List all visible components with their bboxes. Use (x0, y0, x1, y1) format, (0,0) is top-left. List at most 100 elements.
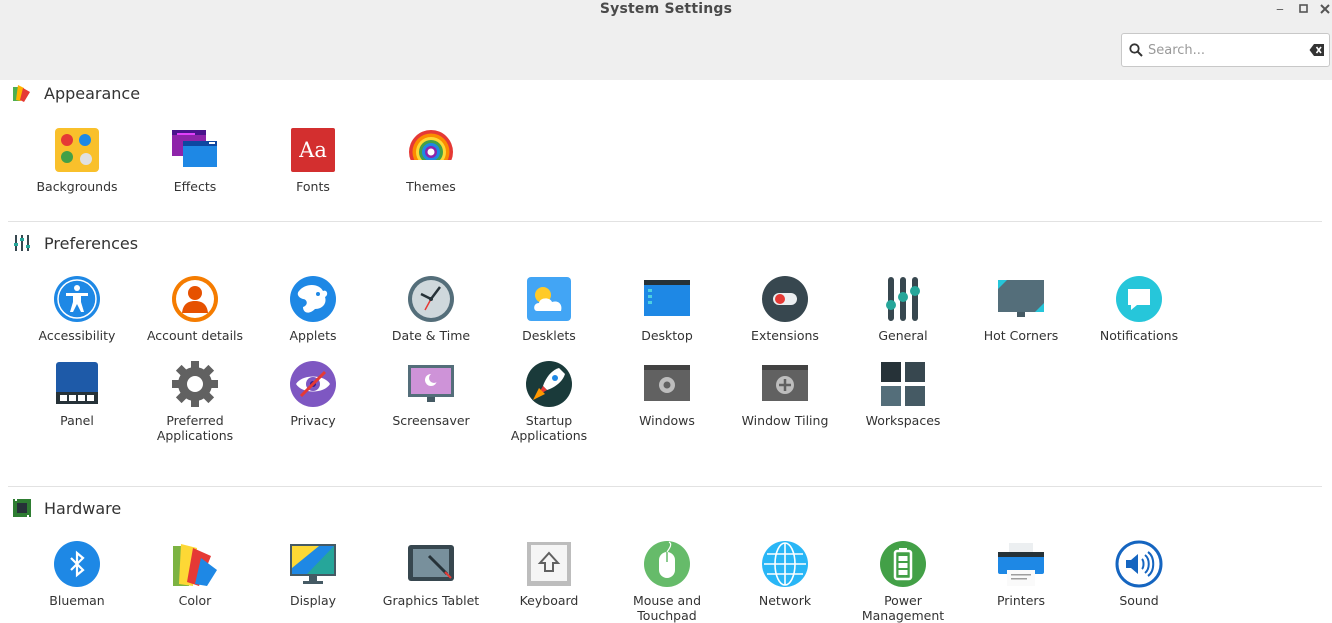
item-label: Workspaces (865, 413, 941, 428)
minimize-button[interactable]: ‒ (1272, 0, 1288, 18)
settings-item-extensions[interactable]: Extensions (726, 275, 844, 343)
item-label: Window Tiling (741, 413, 829, 428)
settings-item-accessibility[interactable]: Accessibility (18, 275, 136, 343)
hot-corners-icon (998, 280, 1044, 317)
item-label: General (878, 328, 928, 343)
item-label: Keyboard (519, 593, 579, 608)
settings-item-printers[interactable]: Printers (962, 540, 1080, 608)
settings-item-screensaver[interactable]: Screensaver (372, 360, 490, 428)
item-label: Desklets (522, 328, 576, 343)
applets-icon (290, 276, 336, 322)
item-label: Windows (639, 413, 695, 428)
desklets-icon (527, 277, 571, 321)
section-title-preferences: Preferences (44, 233, 139, 253)
settings-item-network[interactable]: Network (726, 540, 844, 608)
clear-search-icon[interactable] (1309, 43, 1325, 57)
item-label: Graphics Tablet (382, 593, 480, 608)
sliders-icon (886, 277, 920, 321)
settings-item-sound[interactable]: Sound (1080, 540, 1198, 608)
bluetooth-icon (54, 541, 100, 587)
settings-item-color[interactable]: Color (136, 540, 254, 608)
item-label: Accessibility (38, 328, 116, 343)
settings-item-account-details[interactable]: Account details (136, 275, 254, 343)
settings-item-general[interactable]: General (844, 275, 962, 343)
battery-icon (880, 541, 926, 587)
item-label: Panel (60, 413, 94, 428)
settings-item-graphics-tablet[interactable]: Graphics Tablet (372, 540, 490, 608)
search-icon (1129, 43, 1143, 57)
settings-item-hot-corners[interactable]: Hot Corners (962, 275, 1080, 343)
extensions-icon (762, 276, 808, 322)
item-label: Extensions (751, 328, 819, 343)
account-icon (172, 276, 218, 322)
effects-icon (172, 130, 217, 167)
gear-icon (172, 361, 218, 407)
settings-item-window-tiling[interactable]: Window Tiling (726, 360, 844, 428)
settings-item-date-time[interactable]: Date & Time (372, 275, 490, 343)
section-hardware-header: Hardware (12, 497, 121, 519)
section-divider (8, 486, 1322, 487)
settings-item-fonts[interactable]: Aa Fonts (254, 126, 372, 194)
close-button[interactable] (1317, 0, 1332, 18)
settings-item-desklets[interactable]: Desklets (490, 275, 608, 343)
rocket-icon (526, 361, 572, 407)
settings-item-themes[interactable]: Themes (372, 126, 490, 194)
item-label: Date & Time (391, 328, 471, 343)
search-input[interactable] (1148, 40, 1298, 60)
settings-item-display[interactable]: Display (254, 540, 372, 608)
window-title: System Settings (599, 1, 733, 17)
fonts-icon: Aa (291, 128, 335, 172)
settings-item-preferred-applications[interactable]: Preferred Applications (136, 360, 254, 443)
privacy-eye-icon (290, 361, 336, 407)
settings-item-backgrounds[interactable]: Backgrounds (18, 126, 136, 194)
item-label: Desktop (641, 328, 693, 343)
header-bar: System Settings ‒ (0, 0, 1332, 80)
display-icon (290, 544, 336, 584)
item-label: Power Management (861, 593, 945, 623)
desktop-icon (644, 280, 690, 316)
item-label: Themes (406, 179, 456, 194)
appearance-section-icon (13, 85, 30, 102)
settings-item-applets[interactable]: Applets (254, 275, 372, 343)
settings-item-notifications[interactable]: Notifications (1080, 275, 1198, 343)
settings-item-startup-applications[interactable]: Startup Applications (490, 360, 608, 443)
workspaces-icon (881, 362, 925, 406)
settings-item-blueman[interactable]: Blueman (18, 540, 136, 608)
network-globe-icon (762, 541, 808, 587)
settings-item-effects[interactable]: Effects (136, 126, 254, 194)
speaker-icon (1115, 540, 1163, 588)
clock-icon (408, 276, 454, 322)
item-label: Screensaver (392, 413, 470, 428)
notifications-icon (1116, 276, 1162, 322)
settings-item-desktop[interactable]: Desktop (608, 275, 726, 343)
item-label: Startup Applications (510, 413, 588, 443)
item-label: Privacy (290, 413, 336, 428)
settings-item-keyboard[interactable]: Keyboard (490, 540, 608, 608)
accessibility-icon (54, 276, 100, 322)
item-label: Effects (173, 179, 217, 194)
settings-item-power-management[interactable]: Power Management (844, 540, 962, 623)
settings-item-mouse-touchpad[interactable]: Mouse and Touchpad (608, 540, 726, 623)
section-divider (8, 221, 1322, 222)
panel-icon (56, 362, 98, 404)
maximize-button[interactable] (1295, 0, 1311, 18)
settings-item-panel[interactable]: Panel (18, 360, 136, 428)
item-label: Preferred Applications (156, 413, 234, 443)
backgrounds-icon (55, 128, 99, 172)
item-label: Blueman (49, 593, 105, 608)
preferences-section-icon (14, 235, 30, 251)
settings-item-workspaces[interactable]: Workspaces (844, 360, 962, 428)
screensaver-icon (408, 365, 454, 402)
window-tiling-icon (762, 365, 808, 401)
item-label: Network (758, 593, 812, 608)
mouse-icon (644, 541, 690, 587)
keyboard-icon (527, 542, 571, 586)
windows-icon (644, 365, 690, 401)
settings-item-privacy[interactable]: Privacy (254, 360, 372, 428)
item-label: Fonts (296, 179, 330, 194)
search-box (1121, 33, 1330, 67)
item-label: Display (289, 593, 337, 608)
settings-item-windows[interactable]: Windows (608, 360, 726, 428)
section-appearance-header: Appearance (12, 82, 140, 104)
item-label: Hot Corners (983, 328, 1059, 343)
